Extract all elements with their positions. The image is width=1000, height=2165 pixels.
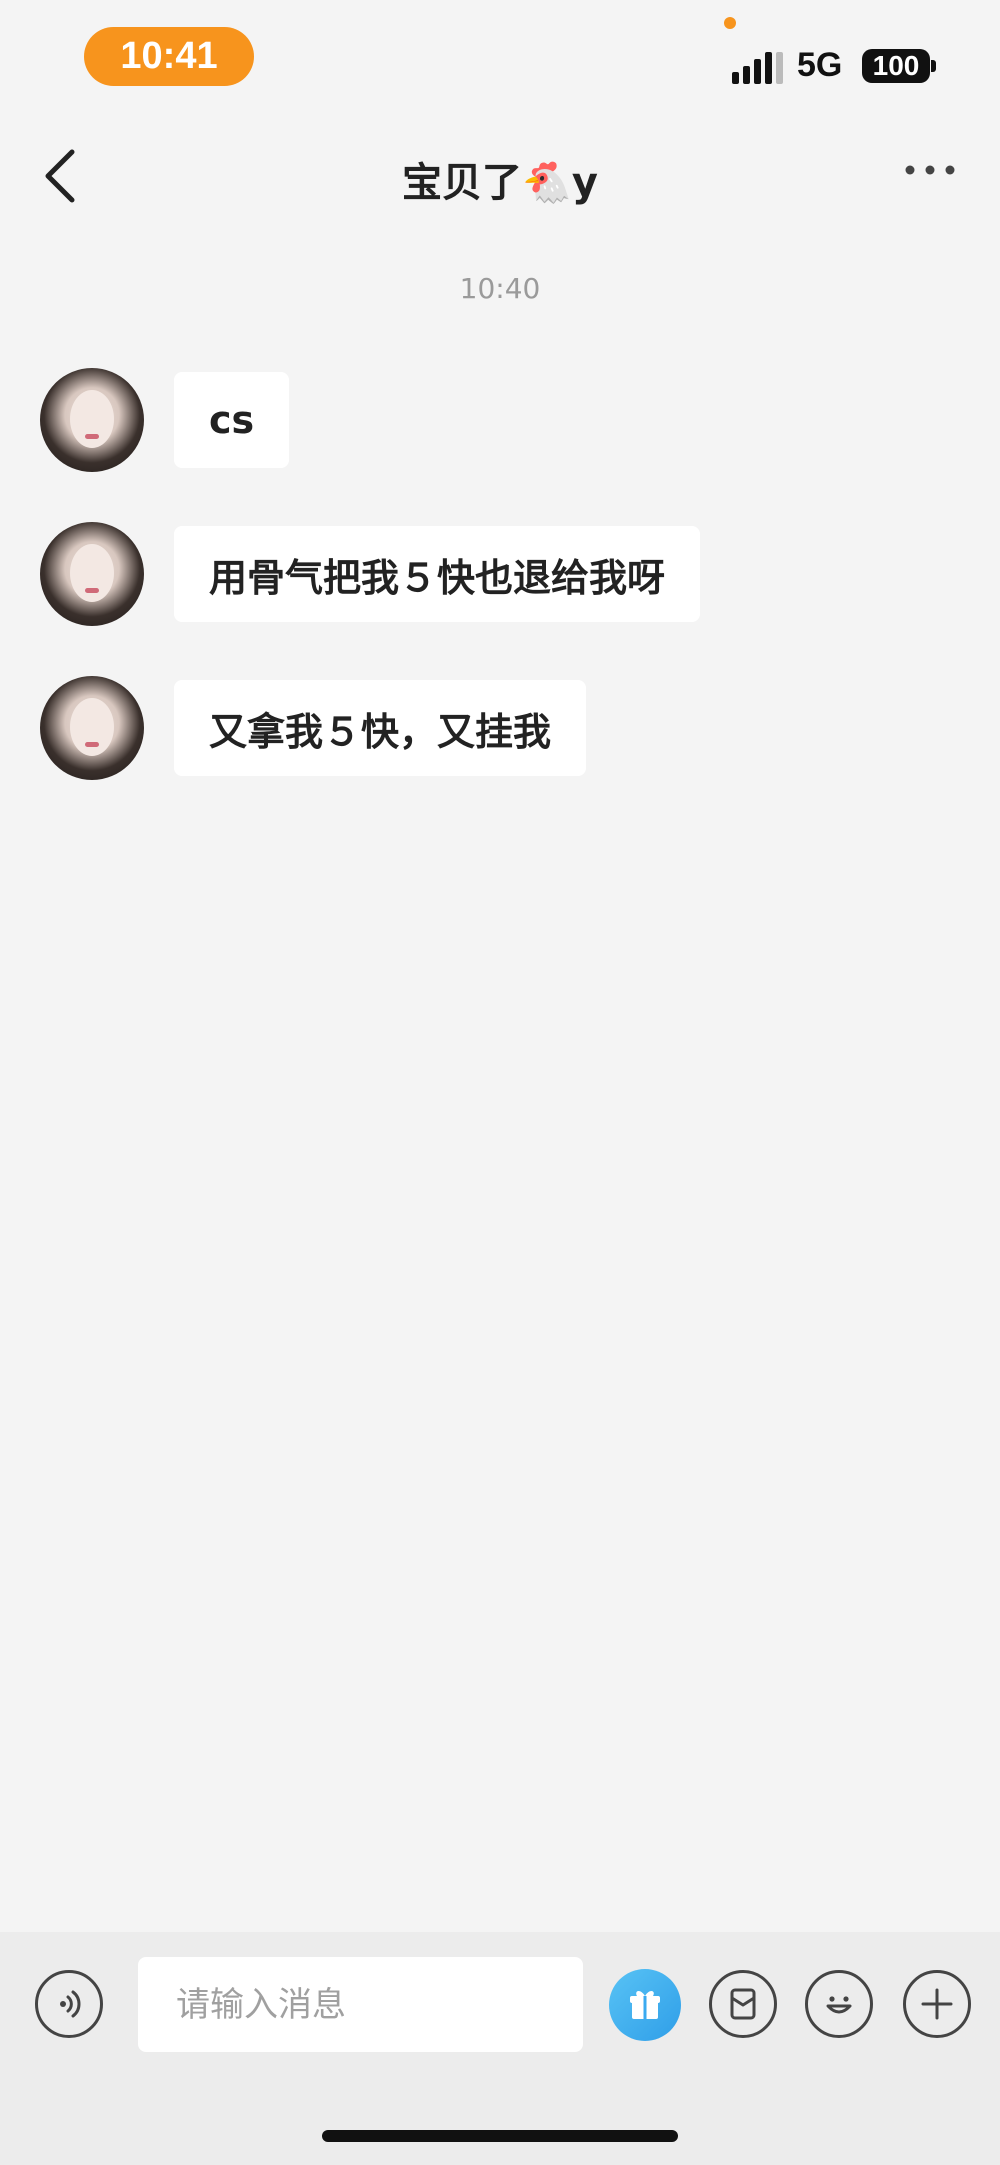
message-bubble[interactable]: cs [174, 372, 290, 468]
message-row: cs [40, 368, 290, 472]
message-row: 又拿我５快，又挂我 [40, 676, 587, 780]
plus-icon [921, 1988, 953, 2020]
red-packet-button[interactable] [709, 1970, 777, 2038]
status-bar: 10:41 5G 100 [0, 0, 1000, 110]
chat-header: 宝贝了🐔y [0, 120, 1000, 235]
more-options-button[interactable] [900, 158, 960, 182]
privacy-indicator-dot [724, 17, 736, 29]
message-bubble[interactable]: 又拿我５快，又挂我 [174, 680, 587, 776]
ellipsis-icon [905, 165, 955, 175]
battery-level: 100 [862, 49, 930, 83]
message-bubble[interactable]: 用骨气把我５快也退给我呀 [174, 526, 701, 622]
red-envelope-icon [730, 1988, 756, 2020]
contact-avatar[interactable] [40, 368, 144, 472]
voice-input-button[interactable] [35, 1970, 103, 2038]
chat-title: 宝贝了🐔y [402, 160, 598, 206]
more-actions-button[interactable] [903, 1970, 971, 2038]
contact-avatar[interactable] [40, 676, 144, 780]
smiley-icon [826, 1996, 852, 2014]
signal-strength-icon [732, 50, 783, 84]
gift-icon [630, 1991, 660, 2019]
battery-icon [931, 60, 936, 72]
contact-avatar[interactable] [40, 522, 144, 626]
gift-button[interactable] [609, 1969, 681, 2041]
chat-timestamp: 10:40 [459, 272, 541, 305]
home-indicator[interactable] [322, 2130, 678, 2142]
message-row: 用骨气把我５快也退给我呀 [40, 522, 701, 626]
emoji-button[interactable] [805, 1970, 873, 2038]
voice-icon [60, 1990, 81, 2018]
status-time: 10:41 [84, 27, 254, 86]
network-type: 5G [797, 46, 843, 84]
message-input[interactable] [138, 1957, 583, 2052]
